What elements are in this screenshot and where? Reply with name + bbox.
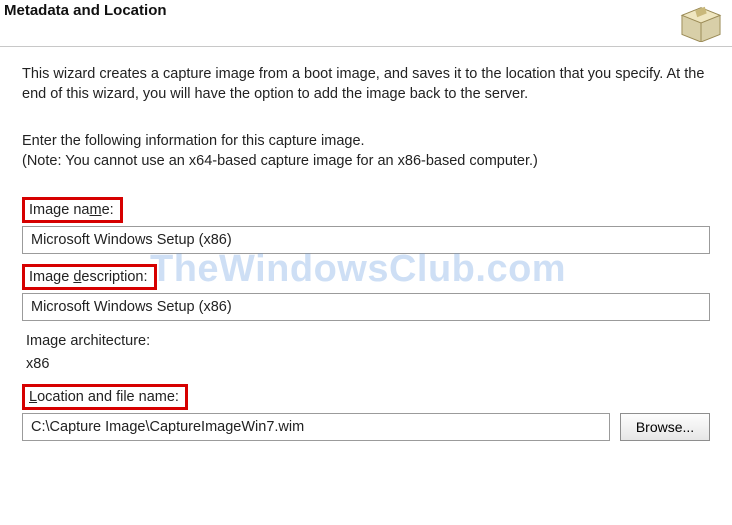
subintro-text: Enter the following information for this… [22,132,710,171]
image-description-input[interactable] [22,293,710,321]
wizard-content: This wizard creates a capture image from… [0,47,732,451]
image-description-label: Image description: [29,269,148,285]
image-architecture-label: Image architecture: [26,333,150,349]
image-architecture-label-wrap: Image architecture: [22,331,156,351]
page-title: Metadata and Location [4,2,167,19]
subintro-line1: Enter the following information for this… [22,133,365,149]
location-row: Browse... [22,413,710,441]
wizard-header: Metadata and Location [0,0,732,42]
image-name-label: Image name: [29,202,114,218]
image-description-label-highlight: Image description: [22,264,157,290]
box-icon [678,2,724,42]
image-name-input[interactable] [22,226,710,254]
image-name-label-highlight: Image name: [22,197,123,223]
intro-text: This wizard creates a capture image from… [22,65,710,104]
subintro-line2: (Note: You cannot use an x64-based captu… [22,153,538,169]
location-input[interactable] [22,413,610,441]
location-label: Location and file name: [29,389,179,405]
location-label-highlight: Location and file name: [22,384,188,410]
browse-button[interactable]: Browse... [620,413,710,441]
image-architecture-value: x86 [22,354,710,384]
